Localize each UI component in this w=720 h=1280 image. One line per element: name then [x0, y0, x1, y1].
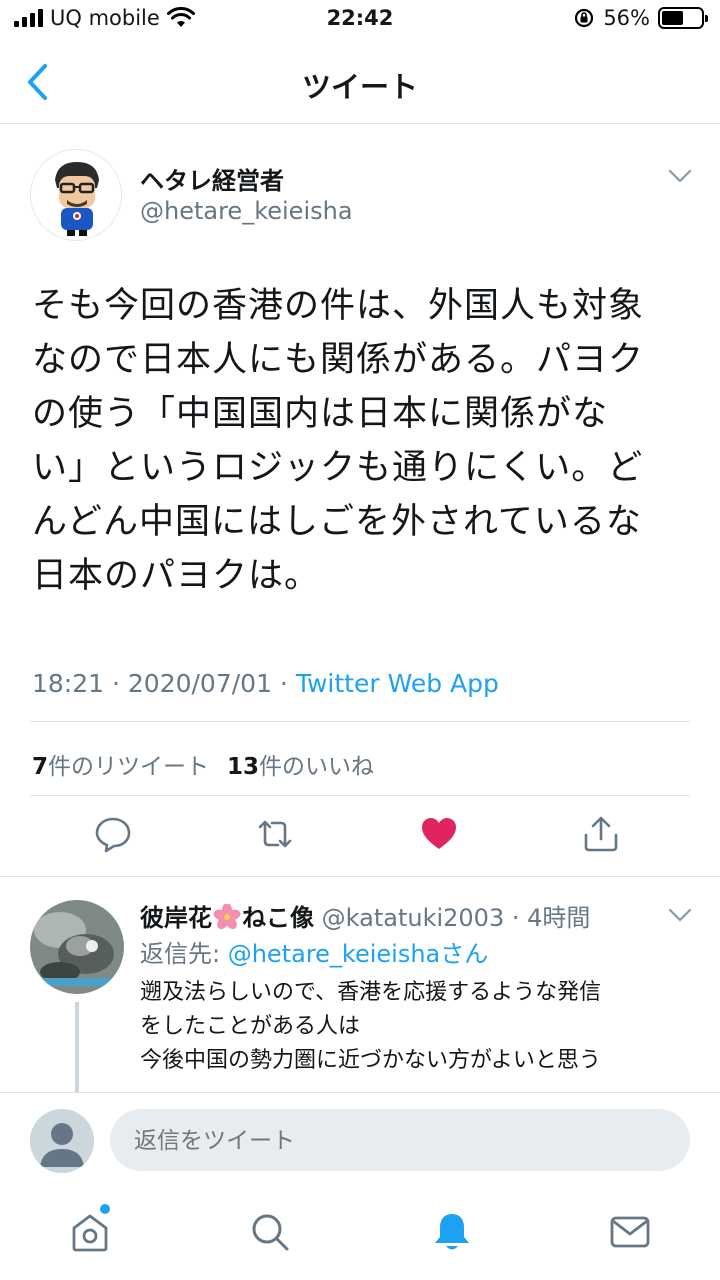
reply-composer: [0, 1092, 720, 1188]
retweet-icon[interactable]: [256, 815, 294, 853]
user-avatar[interactable]: [30, 1109, 94, 1173]
search-icon[interactable]: [248, 1210, 292, 1254]
tweet-meta: 18:21 · 2020/07/01 · Twitter Web App: [32, 669, 499, 698]
tweet-text-line: 日本のパヨクは。: [32, 556, 321, 596]
author-avatar[interactable]: [30, 149, 122, 241]
retweet-label: 件のリツイート: [48, 754, 210, 780]
replying-to: 返信先: @hetare_keieishaさん: [140, 934, 488, 969]
battery-percent: 56%: [603, 6, 650, 30]
reply-tweet[interactable]: 彼岸花 ねこ像 @katatuki2003 · 4時間 返信先: @hetare…: [0, 878, 720, 1092]
retweet-stat[interactable]: 7件のリツイート: [32, 754, 209, 780]
reply-avatar[interactable]: [30, 900, 124, 994]
like-count: 13: [227, 754, 260, 780]
reply-icon[interactable]: [94, 815, 132, 853]
reply-author-name[interactable]: 彼岸花 ねこ像: [140, 904, 314, 932]
author-name[interactable]: ヘタレ経営者: [140, 161, 284, 196]
tweet-text-line: の使う「中国国内は日本に関係がな: [32, 394, 609, 434]
orientation-lock-icon: [575, 8, 594, 28]
battery-icon: [658, 7, 708, 29]
reply-text-line: 遡及法らしいので、香港を応援するような発信: [140, 980, 602, 1005]
chevron-down-icon[interactable]: [668, 908, 692, 922]
reply-author-handle[interactable]: @katatuki2003: [322, 904, 505, 932]
reply-text: 遡及法らしいので、香港を応援するような発信 をしたことがある人は 今後中国の勢力…: [140, 976, 680, 1078]
tweet-stats: 7件のリツイート 13件のいいね: [32, 747, 374, 781]
tweet-text: そも今回の香港の件は、外国人も対象 なので日本人にも関係がある。パヨク の使う「…: [32, 279, 692, 603]
divider: [30, 721, 690, 722]
thread-line: [75, 1002, 79, 1092]
tweet-text-line: なので日本人にも関係がある。パヨク: [32, 340, 645, 380]
status-right: 56%: [573, 6, 708, 30]
tab-bar: [0, 1188, 720, 1280]
like-label: 件のいいね: [259, 754, 375, 780]
reply-text-line: をしたことがある人は: [140, 1014, 361, 1039]
messages-envelope-icon[interactable]: [608, 1210, 652, 1254]
replying-prefix: 返信先:: [140, 940, 228, 968]
reply-header: 彼岸花 ねこ像 @katatuki2003 · 4時間: [140, 898, 590, 933]
tweet-text-line: そも今回の香港の件は、外国人も対象: [32, 286, 645, 326]
retweet-count: 7: [32, 754, 49, 780]
chevron-down-icon[interactable]: [668, 169, 692, 183]
divider: [30, 795, 690, 796]
nav-bar: ツイート: [0, 40, 720, 124]
heart-icon[interactable]: [420, 815, 458, 853]
home-notification-dot: [100, 1204, 110, 1214]
flower-emoji-icon: [213, 904, 241, 930]
author-handle[interactable]: @hetare_keieisha: [140, 197, 353, 225]
notifications-bell-icon[interactable]: [430, 1210, 474, 1254]
reply-time: · 4時間: [504, 904, 591, 932]
like-stat[interactable]: 13件のいいね: [227, 754, 374, 780]
replying-suffix: さん: [440, 940, 489, 968]
reply-author-name-part: ねこ像: [242, 904, 314, 932]
share-icon[interactable]: [582, 815, 620, 853]
reply-author-name-part: 彼岸花: [140, 904, 212, 932]
tweet-text-line: い」というロジックも通りにくい。ど: [32, 448, 644, 488]
reply-text-line: 今後中国の勢力圏に近づかない方がよいと思う: [140, 1048, 601, 1073]
replying-mention-link[interactable]: @hetare_keieisha: [228, 940, 441, 968]
tweet-timestamp: 18:21 · 2020/07/01 ·: [32, 669, 296, 698]
divider: [0, 876, 720, 877]
tweet-text-line: んどん中国にはしごを外されているな: [32, 502, 642, 542]
home-icon[interactable]: [68, 1210, 112, 1254]
tweet-actions: [0, 815, 720, 859]
reply-input[interactable]: [110, 1109, 690, 1171]
tweet-source-link[interactable]: Twitter Web App: [296, 669, 499, 698]
page-title: ツイート: [301, 70, 418, 104]
status-bar: UQ mobile 22:42 56%: [0, 0, 720, 40]
